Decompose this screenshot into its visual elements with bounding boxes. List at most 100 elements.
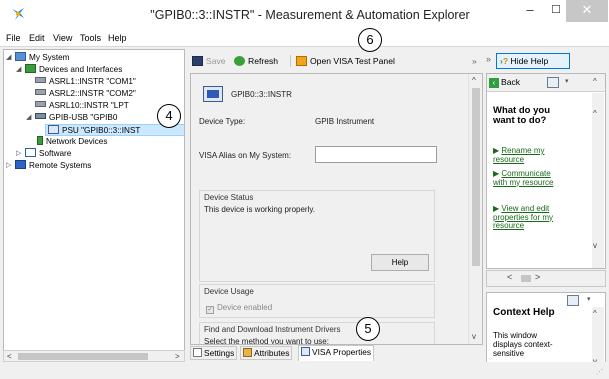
tab-attributes[interactable]: Attributes bbox=[240, 346, 293, 360]
menu-file[interactable]: File bbox=[6, 33, 21, 43]
visa-alias-input[interactable] bbox=[315, 146, 437, 163]
tree-item-label: My System bbox=[29, 53, 70, 62]
checkbox-checked-icon: ✓ bbox=[206, 306, 214, 314]
save-icon bbox=[192, 56, 203, 66]
minimize-button[interactable]: – bbox=[516, 0, 544, 22]
back-arrow-icon: ‹ bbox=[489, 78, 499, 88]
drivers-title: Find and Download Instrument Drivers bbox=[204, 325, 341, 334]
scroll-up-icon[interactable]: ^ bbox=[593, 109, 597, 118]
help-link-communicate[interactable]: ▶ Communicate with my resource bbox=[493, 169, 555, 187]
hide-help-button[interactable]: ›? Hide Help bbox=[496, 53, 570, 69]
scroll-thumb[interactable] bbox=[472, 88, 480, 266]
resize-grip-icon[interactable]: ⋰ bbox=[596, 368, 603, 376]
scroll-down-icon[interactable]: v bbox=[593, 241, 597, 250]
help-link-rename[interactable]: ▶ Rename my resource bbox=[493, 146, 555, 164]
tree-item-network-devices[interactable]: Network Devices bbox=[35, 136, 107, 148]
callout-5: 5 bbox=[356, 317, 380, 341]
refresh-button[interactable]: Refresh bbox=[234, 54, 278, 68]
remote-systems-icon bbox=[15, 160, 26, 169]
back-button[interactable]: ‹ Back bbox=[489, 77, 520, 88]
device-type-value: GPIB Instrument bbox=[315, 117, 375, 126]
context-help-pane: ▾ Context Help This window displays cont… bbox=[486, 292, 606, 370]
toolbar-overflow-button[interactable]: » bbox=[472, 54, 477, 68]
context-help-text: This window displays context-sensitive bbox=[493, 331, 553, 358]
collapse-icon[interactable]: ◢ bbox=[16, 64, 23, 76]
tree-item-label: Remote Systems bbox=[29, 161, 92, 170]
collapse-icon[interactable]: ◢ bbox=[26, 112, 33, 124]
tree-item-remote-systems[interactable]: Remote Systems bbox=[15, 160, 91, 172]
dropdown-icon[interactable]: ▾ bbox=[587, 295, 591, 303]
save-button[interactable]: Save bbox=[192, 54, 226, 68]
device-enabled-checkbox[interactable]: ✓ Device enabled bbox=[206, 303, 272, 314]
expand-icon[interactable]: ▷ bbox=[16, 148, 23, 160]
help-button[interactable]: Help bbox=[371, 254, 429, 271]
tree-item-label: Software bbox=[39, 149, 72, 158]
tree-item-my-system[interactable]: My System bbox=[15, 52, 70, 64]
help-link-view-edit-properties[interactable]: ▶ View and edit properties for my resour… bbox=[493, 204, 555, 231]
dropdown-icon[interactable]: ▾ bbox=[565, 77, 569, 85]
device-usage-group: Device Usage ✓ Device enabled bbox=[199, 284, 435, 318]
help-question: What do you want to do? bbox=[493, 105, 550, 126]
scroll-up-icon[interactable]: ^ bbox=[593, 77, 597, 86]
window-title: "GPIB0::3::INSTR" - Measurement & Automa… bbox=[150, 8, 470, 22]
help-vertical-scrollbar[interactable]: ^ v bbox=[592, 93, 604, 268]
tree-item-asrl1[interactable]: ASRL1::INSTR "COM1" bbox=[35, 76, 136, 88]
scroll-thumb[interactable] bbox=[18, 353, 148, 360]
instrument-icon bbox=[48, 125, 59, 134]
question-icon: ? bbox=[502, 56, 509, 66]
view-tabs: Settings Attributes VISA Properties bbox=[190, 345, 483, 361]
help-index-icon[interactable] bbox=[567, 295, 579, 306]
open-visa-test-panel-button[interactable]: Open VISA Test Panel bbox=[296, 54, 395, 68]
device-name: GPIB0::3::INSTR bbox=[231, 90, 292, 99]
device-status-title: Device Status bbox=[204, 193, 254, 202]
scroll-down-icon[interactable]: v bbox=[472, 332, 476, 341]
refresh-icon bbox=[234, 56, 245, 66]
menu-help[interactable]: Help bbox=[108, 33, 127, 43]
help-nav-bar: ‹ Back ▾ ^ bbox=[487, 74, 605, 92]
context-help-title: Context Help bbox=[493, 307, 555, 318]
tree-item-software[interactable]: Software bbox=[25, 148, 71, 160]
tree-item-asrl2[interactable]: ASRL2::INSTR "COM2" bbox=[35, 88, 136, 100]
help-overflow-button[interactable]: » bbox=[486, 54, 491, 64]
help-index-icon[interactable] bbox=[547, 77, 559, 88]
help-splitter-bar: < > bbox=[486, 270, 606, 287]
visa-alias-label: VISA Alias on My System: bbox=[199, 151, 292, 160]
tab-label: Settings bbox=[204, 348, 235, 358]
scroll-up-icon[interactable]: ^ bbox=[472, 76, 476, 85]
status-strip: ⋰ bbox=[0, 362, 609, 379]
tree-item-gpib-usb[interactable]: GPIB-USB "GPIB0 bbox=[35, 112, 117, 124]
menu-edit[interactable]: Edit bbox=[29, 33, 45, 43]
menu-tools[interactable]: Tools bbox=[80, 33, 101, 43]
scroll-left-icon[interactable]: < bbox=[7, 351, 12, 362]
app-window: "GPIB0::3::INSTR" - Measurement & Automa… bbox=[0, 0, 609, 379]
tree-horizontal-scrollbar[interactable]: < > bbox=[3, 350, 185, 362]
open-visa-label: Open VISA Test Panel bbox=[310, 56, 395, 66]
menu-view[interactable]: View bbox=[53, 33, 72, 43]
computer-icon bbox=[15, 52, 26, 61]
scroll-left-icon[interactable]: < bbox=[507, 272, 512, 282]
content-vertical-scrollbar[interactable]: ^ v bbox=[468, 74, 482, 344]
tree-item-asrl10[interactable]: ASRL10::INSTR "LPT bbox=[35, 100, 129, 112]
context-help-scrollbar[interactable]: ^ v bbox=[592, 307, 604, 369]
scroll-up-icon[interactable]: ^ bbox=[593, 309, 597, 318]
expand-icon[interactable]: ▷ bbox=[6, 160, 13, 172]
scroll-right-icon[interactable]: > bbox=[535, 272, 540, 282]
close-button[interactable]: ✕ bbox=[566, 0, 608, 22]
tree-item-devices-interfaces[interactable]: Devices and Interfaces bbox=[25, 64, 122, 76]
device-usage-title: Device Usage bbox=[204, 287, 254, 296]
scroll-right-icon[interactable]: > bbox=[175, 351, 180, 362]
tree-item-label: Network Devices bbox=[46, 137, 108, 146]
tree-item-label: PSU "GPIB0::3::INST bbox=[62, 126, 141, 135]
drivers-text: Select the method you want to use: bbox=[204, 337, 329, 345]
back-label: Back bbox=[501, 77, 521, 87]
test-panel-icon bbox=[296, 56, 307, 66]
tab-visa-properties[interactable]: VISA Properties bbox=[298, 345, 375, 361]
collapse-icon[interactable]: ◢ bbox=[6, 52, 13, 64]
software-icon bbox=[25, 148, 36, 157]
refresh-label: Refresh bbox=[248, 56, 279, 66]
tab-settings[interactable]: Settings bbox=[190, 346, 238, 360]
scroll-thumb[interactable] bbox=[521, 275, 531, 282]
instrument-drivers-group: Find and Download Instrument Drivers Sel… bbox=[199, 322, 435, 345]
gpib-icon bbox=[35, 113, 46, 119]
device-enabled-label: Device enabled bbox=[217, 303, 273, 312]
